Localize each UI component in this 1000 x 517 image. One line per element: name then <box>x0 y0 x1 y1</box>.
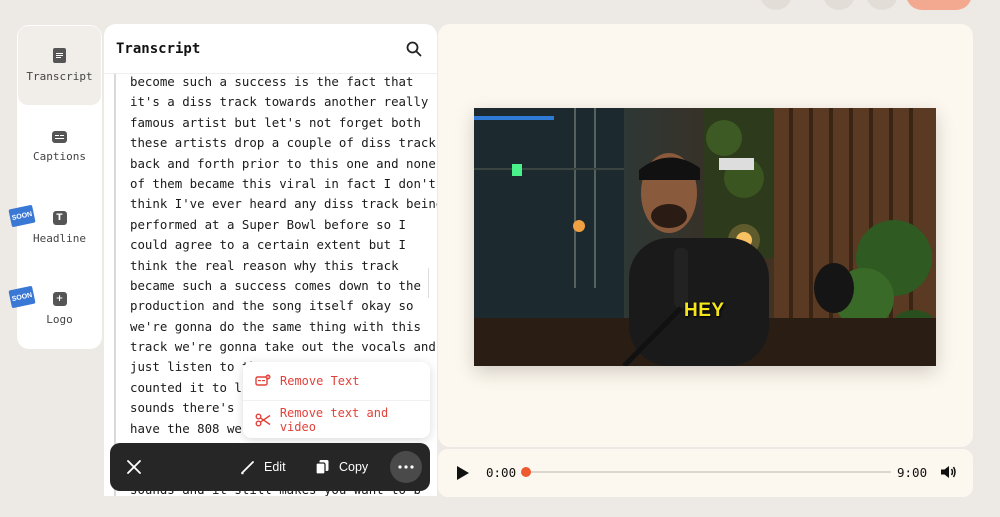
top-control-2[interactable] <box>823 0 855 10</box>
transcript-line[interactable]: production and the song itself okay so <box>130 296 427 316</box>
panel-title: Transcript <box>116 40 201 57</box>
transcript-line[interactable]: could agree to a certain extent but I <box>130 235 427 255</box>
video-frame[interactable]: HEY <box>474 108 936 366</box>
rail-item-headline[interactable]: T Headline <box>18 188 101 267</box>
transcript-line[interactable]: become such a success is the fact that <box>130 72 427 92</box>
volume-icon <box>941 466 956 478</box>
transcript-line[interactable]: of them became this viral in fact I don'… <box>130 174 436 194</box>
edit-label: Edit <box>264 460 286 474</box>
play-button[interactable] <box>456 465 470 486</box>
transcript-line[interactable]: famous artist but let's not forget both <box>130 113 427 133</box>
search-button[interactable] <box>403 38 425 60</box>
rail-label: Captions <box>33 149 86 163</box>
player-bar: 0:00 9:00 <box>438 449 973 497</box>
duration: 9:00 <box>897 465 928 480</box>
scissors-icon <box>254 413 272 427</box>
rail-item-transcript[interactable]: Transcript <box>18 26 101 105</box>
transcript-line[interactable]: track we're gonna take out the vocals an… <box>130 337 436 357</box>
remove-text-video-label: Remove text and video <box>279 405 389 434</box>
pencil-icon <box>240 460 255 475</box>
remove-text-video-item[interactable]: Remove text and video <box>243 400 430 438</box>
transcript-line[interactable]: it's a diss track towards another really <box>130 92 428 112</box>
plus-square-icon: + <box>52 291 67 306</box>
video-caption: HEY <box>684 300 725 321</box>
selection-action-bar: Edit Copy <box>110 443 430 491</box>
copy-button[interactable]: Copy <box>315 443 368 491</box>
transcript-line[interactable]: back and forth prior to this one and non… <box>130 154 436 174</box>
text-t-icon: T <box>52 210 67 225</box>
remove-caption-icon <box>254 374 272 388</box>
rail-item-captions[interactable]: Captions <box>18 107 101 186</box>
transcript-line[interactable]: became such a success comes down to the <box>130 276 427 296</box>
play-icon <box>457 466 469 480</box>
top-primary-button[interactable] <box>906 0 972 10</box>
close-button[interactable] <box>124 457 144 477</box>
copy-label: Copy <box>339 460 369 474</box>
close-icon <box>127 460 141 474</box>
document-icon <box>53 48 66 63</box>
transcript-line[interactable]: these artists drop a couple of diss trac… <box>130 133 437 153</box>
progress-track[interactable] <box>521 467 891 477</box>
remove-text-item[interactable]: Remove Text <box>243 362 430 400</box>
copy-icon <box>315 459 330 475</box>
edit-button[interactable]: Edit <box>240 443 286 491</box>
transcript-header: Transcript <box>104 24 437 74</box>
volume-button[interactable] <box>940 464 957 485</box>
transcript-line[interactable]: we're gonna do the same thing with this <box>130 317 427 337</box>
transcript-line[interactable]: performed at a Super Bowl before so I <box>130 215 427 235</box>
top-control-1[interactable] <box>760 0 792 10</box>
progress-knob[interactable] <box>521 467 531 477</box>
rail-label: Transcript <box>26 70 93 83</box>
rail-label: Logo <box>46 312 73 326</box>
top-control-3[interactable] <box>866 0 898 10</box>
video-scene-image <box>474 108 936 366</box>
transcript-line[interactable]: think the real reason why this track <box>130 256 427 276</box>
search-icon <box>406 41 422 56</box>
rail-item-logo[interactable]: + Logo <box>18 269 101 348</box>
transcript-line[interactable]: think I've ever heard any diss track bei… <box>130 194 437 214</box>
rail-label: Headline <box>33 231 86 245</box>
more-button[interactable] <box>390 451 422 483</box>
more-dots-icon <box>398 465 414 469</box>
captions-icon <box>52 130 67 143</box>
scrollbar[interactable] <box>428 268 429 298</box>
current-time: 0:00 <box>486 465 517 480</box>
remove-text-label: Remove Text <box>280 374 360 388</box>
context-menu: Remove Text Remove text and video <box>243 362 430 438</box>
